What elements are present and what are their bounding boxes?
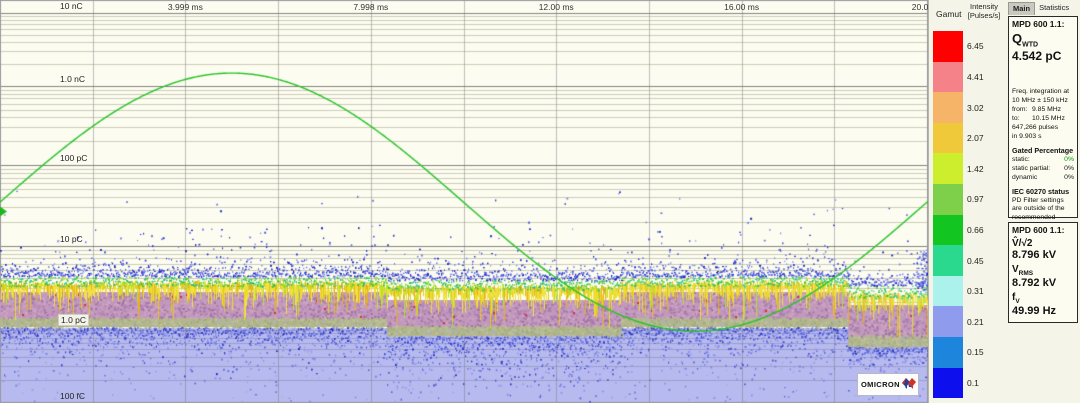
charge-tick-label: 10 pC: [58, 234, 85, 244]
measurement-value: 8.792 kV: [1012, 277, 1074, 289]
voltage-panel: MPD 600 1.1: V̂/√28.796 kV VRMS8.792 kV fV…: [1008, 222, 1078, 323]
tab-statistics[interactable]: Statistics: [1035, 2, 1073, 15]
tab-bar: Main Statistics: [1008, 2, 1073, 15]
qwtd-value: 4.542 pC: [1012, 49, 1074, 63]
charge-panel: MPD 600 1.1: QWTD 4.542 pC Freq. integra…: [1008, 16, 1078, 218]
gamut-swatch: [933, 337, 963, 368]
time-tick-label: 16.00 ms: [724, 2, 759, 12]
omicron-logo-icon: [901, 377, 916, 392]
measurement-value: 49.99 Hz: [1012, 305, 1074, 317]
gamut-value-label: 0.31: [967, 286, 1005, 296]
gamut-value-label: 0.21: [967, 317, 1005, 327]
gamut-value-label: 0.15: [967, 347, 1005, 357]
gamut-swatch: [933, 306, 963, 337]
omicron-logo-text: OMICRON: [861, 380, 900, 389]
gamut-value-label: 2.07: [967, 133, 1005, 143]
freq-integration-info: Freq. integration at 10 MHz ± 150 kHz fr…: [1012, 87, 1074, 141]
gamut-value-label: 4.41: [967, 72, 1005, 82]
gamut-value-label: 0.66: [967, 225, 1005, 235]
gamut-value-label: 0.1: [967, 378, 1005, 388]
charge-tick-label: 1.0 nC: [58, 74, 87, 84]
measurement-label: VRMS: [1012, 264, 1074, 277]
time-tick-label: 20.0: [912, 2, 929, 12]
gated-row: dynamic0%: [1012, 173, 1074, 182]
gamut-value-label: 3.02: [967, 103, 1005, 113]
intensity-axis-title: Intensity [Pulses/s]: [961, 2, 1007, 20]
tab-main[interactable]: Main: [1008, 2, 1035, 15]
gamut-value-label: 1.42: [967, 164, 1005, 174]
gamut-swatch: [933, 123, 963, 154]
gated-percentage-title: Gated Percentage: [1012, 146, 1074, 155]
measurement-label: fV: [1012, 292, 1074, 305]
gamut-swatch: [933, 215, 963, 246]
prpd-chart[interactable]: 3.999 ms 7.998 ms 12.00 ms 16.00 ms 20.0 10 …: [0, 0, 928, 403]
gated-row: static partial:0%: [1012, 164, 1074, 173]
charge-tick-label: 1.0 pC: [58, 314, 89, 326]
gamut-swatch: [933, 92, 963, 123]
charge-tick-label: 10 nC: [58, 1, 85, 11]
gamut-value-label: 0.97: [967, 194, 1005, 204]
iec-status-title: IEC 60270 status: [1012, 187, 1074, 196]
voltage-rows: V̂/√28.796 kV VRMS8.792 kV fV49.99 Hz: [1012, 238, 1074, 317]
time-tick-label: 3.999 ms: [168, 2, 203, 12]
gamut-swatch: [933, 368, 963, 399]
gamut-swatch: [933, 184, 963, 215]
charge-tick-label: 100 fC: [58, 391, 87, 401]
gated-row: static:0%: [1012, 155, 1074, 164]
measurement-label: V̂/√2: [1012, 238, 1074, 249]
gamut-swatch: [933, 276, 963, 307]
mpd600-pd-measurement-window: 3.999 ms 7.998 ms 12.00 ms 16.00 ms 20.0 10 …: [0, 0, 1080, 403]
device-title: MPD 600 1.1:: [1012, 19, 1074, 29]
gamut-title: Gamut: [936, 9, 962, 19]
gamut-value-label: 0.45: [967, 256, 1005, 266]
measurement-value: 8.796 kV: [1012, 249, 1074, 261]
qwtd-label: QWTD: [1012, 31, 1074, 49]
time-tick-label: 7.998 ms: [353, 2, 388, 12]
gamut-swatch: [933, 245, 963, 276]
gated-percentage-rows: static:0%static partial:0%dynamic0%: [1012, 155, 1074, 182]
time-tick-label: 12.00 ms: [539, 2, 574, 12]
pd-pattern-canvas: [0, 0, 928, 403]
omicron-logo: OMICRON: [857, 373, 919, 396]
gamut-swatch: [933, 31, 963, 62]
measurement-sidebar: Main Statistics MPD 600 1.1: QWTD 4.542 …: [1006, 0, 1080, 403]
gamut-value-label: 6.45: [967, 41, 1005, 51]
device-title: MPD 600 1.1:: [1012, 225, 1074, 235]
gamut-legend: Gamut Intensity [Pulses/s] 6.45 4.41 3.02 2…: [928, 0, 1006, 403]
gamut-swatch: [933, 62, 963, 93]
gamut-swatch: [933, 153, 963, 184]
gamut-color-bar: [933, 31, 963, 398]
charge-tick-label: 100 pC: [58, 153, 89, 163]
